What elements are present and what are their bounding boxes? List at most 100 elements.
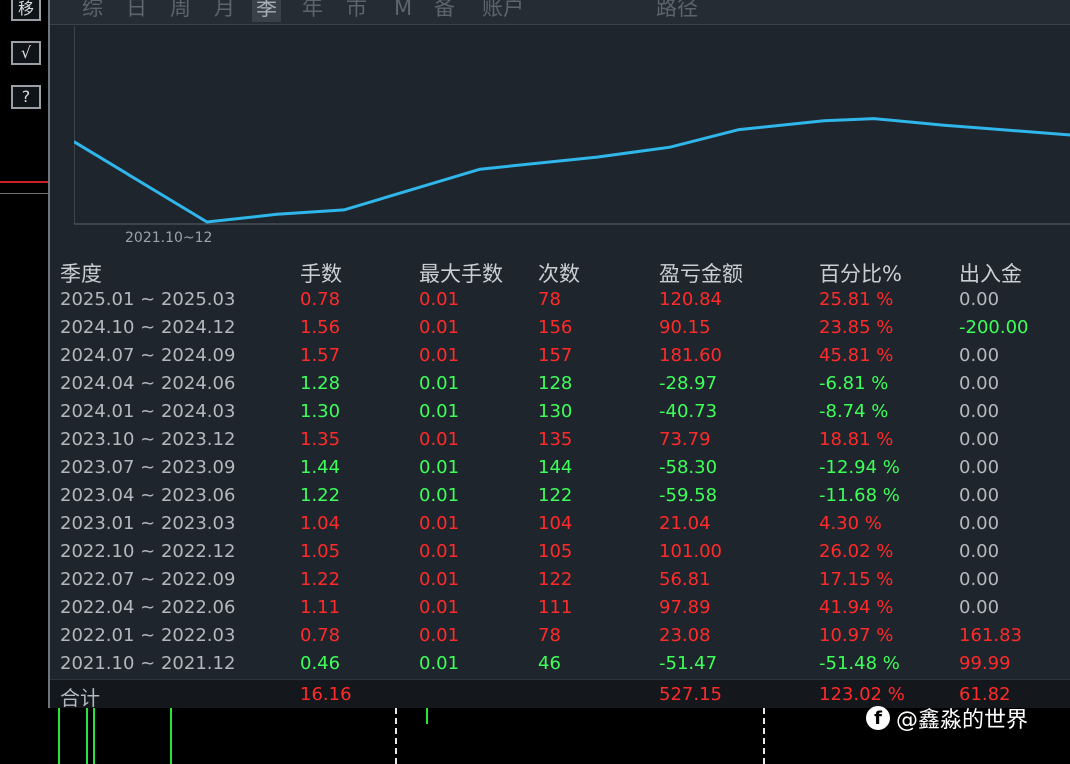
equity-series-line <box>74 117 1070 224</box>
cell-pnl: -40.73 <box>659 401 718 422</box>
cell-lots: 1.44 <box>300 457 341 478</box>
cell-count: 128 <box>538 373 573 394</box>
period-separator <box>763 708 765 764</box>
tab-month[interactable]: 月 <box>210 0 239 22</box>
cell-flow: 0.00 <box>959 429 1000 450</box>
cell-pct: 25.81 % <box>819 289 894 310</box>
move-icon[interactable]: 移 <box>11 0 41 21</box>
cell-pnl: 120.84 <box>659 289 722 310</box>
tab-day[interactable]: 日 <box>122 0 151 22</box>
cell-pnl: 21.04 <box>659 513 711 534</box>
cell-count: 46 <box>538 653 561 674</box>
header-quarter: 季度 <box>60 262 102 286</box>
cell-period: 2023.01 ~ 2023.03 <box>60 513 236 534</box>
cell-pnl: 101.00 <box>659 541 722 562</box>
cell-pnl: 181.60 <box>659 345 722 366</box>
facebook-icon: f <box>866 706 890 730</box>
cell-period: 2024.01 ~ 2024.03 <box>60 401 236 422</box>
cell-max-lots: 0.01 <box>419 317 460 338</box>
cell-pnl: -51.47 <box>659 653 718 674</box>
cell-period: 2024.10 ~ 2024.12 <box>60 317 236 338</box>
cell-period: 2025.01 ~ 2025.03 <box>60 289 236 310</box>
cell-lots: 0.78 <box>300 625 341 646</box>
cell-period: 2024.07 ~ 2024.09 <box>60 345 236 366</box>
cell-flow: -200.00 <box>959 317 1029 338</box>
cell-max-lots: 0.01 <box>419 653 460 674</box>
cell-max-lots: 0.01 <box>419 541 460 562</box>
cell-flow: 0.00 <box>959 541 1000 562</box>
cell-max-lots: 0.01 <box>419 457 460 478</box>
cell-lots: 1.57 <box>300 345 341 366</box>
cell-flow: 0.00 <box>959 289 1000 310</box>
cell-pct: -12.94 % <box>819 457 900 478</box>
cell-lots: 1.04 <box>300 513 341 534</box>
tab-quarter[interactable]: 季 <box>252 0 281 22</box>
cell-pct: 18.81 % <box>819 429 894 450</box>
cell-period: 2023.07 ~ 2023.09 <box>60 457 236 478</box>
tab-m[interactable]: M <box>390 0 416 22</box>
cell-max-lots: 0.01 <box>419 345 460 366</box>
header-cash-flow: 出入金 <box>959 262 1022 286</box>
cell-lots: 1.05 <box>300 541 341 562</box>
cell-count: 78 <box>538 625 561 646</box>
cell-pct: 4.30 % <box>819 513 882 534</box>
left-toolbar: 移 √ ? <box>0 0 48 764</box>
cell-flow: 161.83 <box>959 625 1022 646</box>
cell-count: 144 <box>538 457 573 478</box>
cell-period: 2021.10 ~ 2021.12 <box>60 653 236 674</box>
header-max-lots: 最大手数 <box>419 262 503 286</box>
cell-period: 2022.01 ~ 2022.03 <box>60 625 236 646</box>
help-icon[interactable]: ? <box>11 85 41 109</box>
cell-count: 122 <box>538 569 573 590</box>
cell-count: 122 <box>538 485 573 506</box>
cell-count: 78 <box>538 289 561 310</box>
cell-pnl: -28.97 <box>659 373 718 394</box>
tab-account[interactable]: 账户 <box>478 0 528 22</box>
cell-pct: 23.85 % <box>819 317 894 338</box>
total-percent: 123.02 % <box>819 684 905 705</box>
cell-pnl: -58.30 <box>659 457 718 478</box>
cell-max-lots: 0.01 <box>419 569 460 590</box>
header-count: 次数 <box>538 262 580 286</box>
cell-lots: 0.78 <box>300 289 341 310</box>
cell-pct: 17.15 % <box>819 569 894 590</box>
stats-panel: 综 日 周 月 季 年 市 M 备 账户 路径 2021.10~12 季度 手数… <box>48 0 1070 710</box>
cell-pnl: 73.79 <box>659 429 711 450</box>
tab-note[interactable]: 备 <box>430 0 459 22</box>
tab-overview[interactable]: 综 <box>78 0 107 22</box>
cell-period: 2022.07 ~ 2022.09 <box>60 569 236 590</box>
header-pnl: 盈亏金额 <box>659 262 743 286</box>
period-separator <box>395 708 397 764</box>
cell-period: 2024.04 ~ 2024.06 <box>60 373 236 394</box>
check-icon[interactable]: √ <box>11 41 41 65</box>
cell-pnl: 23.08 <box>659 625 711 646</box>
volume-bar <box>170 708 172 764</box>
total-label: 合计 <box>60 686 100 710</box>
cell-pct: 45.81 % <box>819 345 894 366</box>
cell-max-lots: 0.01 <box>419 597 460 618</box>
cell-count: 157 <box>538 345 573 366</box>
cell-pct: 41.94 % <box>819 597 894 618</box>
cell-pct: 10.97 % <box>819 625 894 646</box>
cell-max-lots: 0.01 <box>419 289 460 310</box>
cell-lots: 1.28 <box>300 373 341 394</box>
cell-flow: 0.00 <box>959 401 1000 422</box>
watermark: f @鑫淼的世界 <box>866 703 1028 733</box>
tab-market[interactable]: 市 <box>342 0 371 22</box>
tab-path[interactable]: 路径 <box>652 0 702 22</box>
cell-max-lots: 0.01 <box>419 485 460 506</box>
watermark-text: @鑫淼的世界 <box>896 708 1029 733</box>
cell-flow: 0.00 <box>959 597 1000 618</box>
cell-max-lots: 0.01 <box>419 373 460 394</box>
cell-period: 2022.10 ~ 2022.12 <box>60 541 236 562</box>
cell-period: 2023.10 ~ 2023.12 <box>60 429 236 450</box>
cell-count: 104 <box>538 513 573 534</box>
cell-lots: 1.56 <box>300 317 341 338</box>
cell-lots: 0.46 <box>300 653 341 674</box>
tab-week[interactable]: 周 <box>166 0 195 22</box>
header-percent: 百分比% <box>819 262 902 286</box>
tab-year[interactable]: 年 <box>298 0 327 22</box>
cell-period: 2022.04 ~ 2022.06 <box>60 597 236 618</box>
divider <box>0 193 48 194</box>
cell-max-lots: 0.01 <box>419 401 460 422</box>
